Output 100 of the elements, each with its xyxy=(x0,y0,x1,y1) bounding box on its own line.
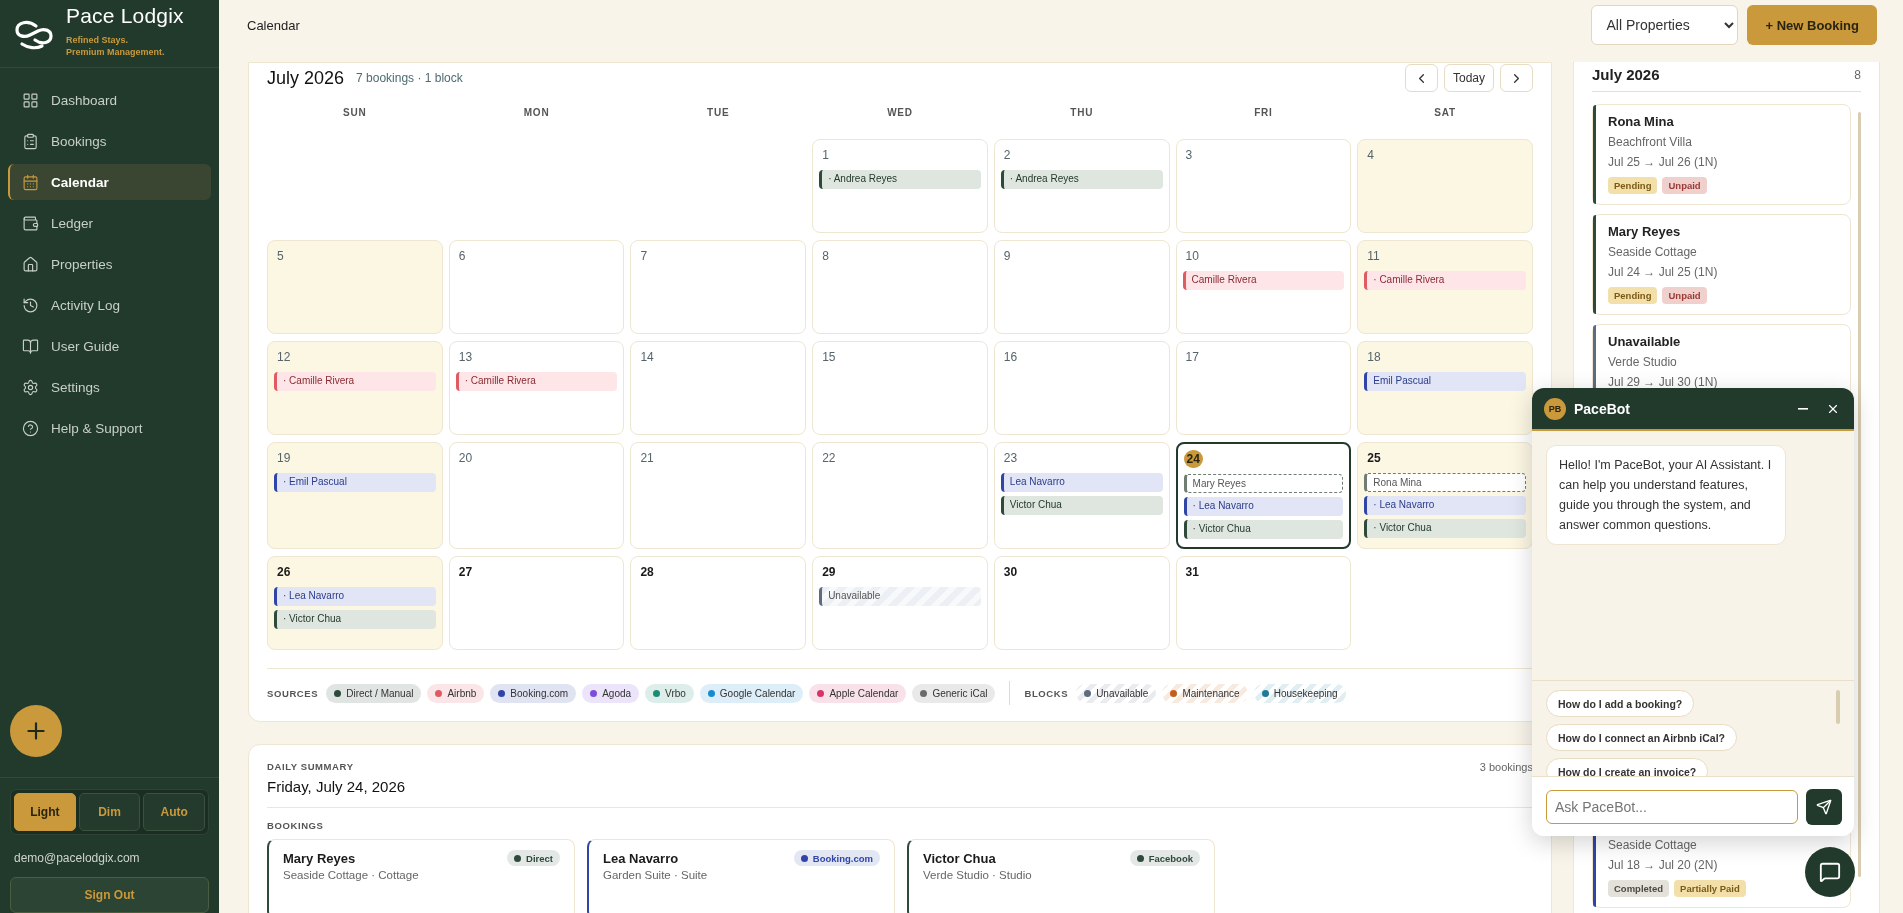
booking-event[interactable]: · Lea Navarro xyxy=(1364,496,1526,515)
day-cell[interactable]: 23 Lea Navarro Victor Chua xyxy=(993,442,1170,549)
summary-date: Friday, July 24, 2026 xyxy=(267,778,406,795)
day-cell[interactable]: 26 · Lea Navarro · Victor Chua xyxy=(267,556,443,650)
day-cell[interactable]: 11 · Camille Rivera xyxy=(1357,240,1533,334)
status-badge: Unpaid xyxy=(1662,177,1707,194)
booking-card[interactable]: Lea Navarro Booking.com Garden Suite · Suite xyxy=(587,839,895,913)
booking-event[interactable]: Victor Chua xyxy=(1000,496,1163,515)
day-cell[interactable]: 3 xyxy=(1175,139,1352,233)
booking-card[interactable]: Mary Reyes Direct Seaside Cottage · Cottage xyxy=(267,839,575,913)
booking-event[interactable]: Emil Pascual xyxy=(1364,372,1526,391)
day-cell[interactable]: 22 xyxy=(812,442,988,549)
day-number: 29 xyxy=(821,564,837,581)
day-cell[interactable]: 21 xyxy=(630,442,807,549)
day-cell[interactable]: 16 xyxy=(993,341,1170,435)
day-cell[interactable]: 7 xyxy=(630,240,807,334)
day-cell[interactable]: 5 xyxy=(267,240,443,334)
booking-event[interactable]: · Andrea Reyes xyxy=(1000,170,1163,189)
day-cell[interactable]: 28 xyxy=(630,556,807,650)
today-button[interactable]: Today xyxy=(1443,64,1494,92)
day-number: 20 xyxy=(457,450,474,467)
nav-item[interactable]: User Guide xyxy=(8,328,211,364)
day-cell[interactable]: 15 xyxy=(812,341,988,435)
nav-item[interactable]: Dashboard xyxy=(8,82,211,118)
guest-name: Mary Reyes xyxy=(1608,224,1682,240)
day-cell[interactable]: 14 xyxy=(630,341,807,435)
day-number: 9 xyxy=(1002,248,1012,265)
scrollbar[interactable] xyxy=(1836,690,1840,724)
booking-event[interactable]: Camille Rivera xyxy=(1182,271,1345,290)
booking-event[interactable]: · Camille Rivera xyxy=(1364,271,1526,290)
day-cell[interactable]: 27 xyxy=(448,556,625,650)
day-cell[interactable]: 4 xyxy=(1357,139,1533,233)
booking-card[interactable]: Rona Mina Beachfront Villa Jul 25 → Jul 26 (1N) Pending Unpaid xyxy=(1592,104,1851,205)
day-cell[interactable]: 18 Emil Pascual xyxy=(1357,341,1533,435)
booking-event[interactable]: · Camille Rivera xyxy=(455,372,618,391)
sign-out-button[interactable]: Sign Out xyxy=(10,877,209,913)
booking-card[interactable]: Victor Chua Facebook Verde Studio · Studio xyxy=(907,839,1215,913)
booking-event[interactable]: Mary Reyes xyxy=(1183,474,1344,493)
booking-event[interactable]: Unavailable xyxy=(819,587,981,606)
guest-name: Unavailable xyxy=(1608,334,1682,350)
day-cell[interactable]: 19 · Emil Pascual xyxy=(267,442,443,549)
day-cell[interactable]: 8 xyxy=(812,240,988,334)
day-cell[interactable]: 10 Camille Rivera xyxy=(1175,240,1352,334)
day-cell[interactable]: 20 xyxy=(448,442,625,549)
nav-item[interactable]: Calendar xyxy=(8,164,211,200)
brand-name: Pace Lodgix xyxy=(66,4,184,28)
day-cell[interactable]: 25 Rona Mina · Lea Navarro · Victor Chua xyxy=(1357,442,1533,549)
property-select[interactable]: All Properties xyxy=(1591,5,1739,45)
booking-event[interactable]: · Victor Chua xyxy=(274,610,436,629)
booking-card[interactable]: Mary Reyes Seaside Cottage Jul 24 → Jul 25 (1N) Pending Unpaid xyxy=(1592,214,1851,315)
day-cell[interactable]: 6 xyxy=(448,240,625,334)
add-button[interactable] xyxy=(10,705,62,757)
block-chip: Maintenance xyxy=(1162,683,1248,703)
theme-option[interactable]: Auto xyxy=(143,793,205,831)
day-cell[interactable]: 12 · Camille Rivera xyxy=(267,341,443,435)
day-cell[interactable]: 24 Mary Reyes · Lea Navarro · Victor Chua xyxy=(1175,442,1352,549)
day-cell[interactable]: 17 xyxy=(1175,341,1352,435)
day-cell[interactable]: 1 · Andrea Reyes xyxy=(812,139,988,233)
nav-item[interactable]: Bookings xyxy=(8,123,211,159)
booking-event[interactable]: · Lea Navarro xyxy=(274,587,436,606)
day-number: 10 xyxy=(1184,248,1200,265)
send-button[interactable] xyxy=(1806,788,1842,825)
day-number: 21 xyxy=(639,450,655,467)
scrollbar[interactable] xyxy=(1858,112,1861,877)
chat-input[interactable]: Ask PaceBot... xyxy=(1546,789,1798,824)
suggestion-button[interactable]: How do I create an invoice? xyxy=(1546,758,1709,776)
nav-item[interactable]: Settings xyxy=(8,369,211,405)
booking-event[interactable]: Lea Navarro xyxy=(1000,473,1163,492)
day-cell[interactable]: 2 · Andrea Reyes xyxy=(993,139,1170,233)
day-number: 3 xyxy=(1184,147,1194,164)
nav-item[interactable]: Activity Log xyxy=(8,287,211,323)
day-number: 24 xyxy=(1183,450,1203,468)
day-cell[interactable]: 9 xyxy=(993,240,1170,334)
booking-event[interactable]: · Victor Chua xyxy=(1364,519,1526,538)
booking-event[interactable]: · Camille Rivera xyxy=(274,372,436,391)
booking-dates: Jul 29 → Jul 30 (1N) xyxy=(1608,374,1719,390)
booking-event[interactable]: Rona Mina xyxy=(1364,473,1526,492)
day-cell[interactable]: 13 · Camille Rivera xyxy=(448,341,625,435)
day-number: 31 xyxy=(1184,564,1200,581)
day-number: 23 xyxy=(1002,450,1019,467)
day-cell[interactable]: 31 xyxy=(1175,556,1352,650)
suggestion-button[interactable]: How do I add a booking? xyxy=(1546,690,1695,717)
booking-event[interactable]: · Emil Pascual xyxy=(274,473,436,492)
weekday-label: WED xyxy=(886,106,914,120)
theme-option[interactable]: Light xyxy=(14,793,76,831)
block-chip: Unavailable xyxy=(1076,683,1157,703)
day-cell[interactable]: 30 xyxy=(993,556,1170,650)
booking-event[interactable]: · Lea Navarro xyxy=(1183,497,1344,516)
panel-title: July 2026 xyxy=(1592,66,1660,83)
theme-option[interactable]: Dim xyxy=(78,793,141,831)
suggestion-button[interactable]: How do I connect an Airbnb iCal? xyxy=(1546,724,1738,751)
booking-event[interactable]: · Andrea Reyes xyxy=(819,170,981,189)
nav-item[interactable]: Help & Support xyxy=(8,410,211,446)
booking-event[interactable]: · Victor Chua xyxy=(1183,520,1344,539)
nav-item[interactable]: Properties xyxy=(8,246,211,282)
nav-item[interactable]: Ledger xyxy=(8,205,211,241)
property-name: Seaside Cottage xyxy=(1608,837,1698,853)
new-booking-button[interactable]: + New Booking xyxy=(1747,5,1877,45)
nav-icon xyxy=(22,214,39,232)
day-cell[interactable]: 29 Unavailable xyxy=(812,556,988,650)
